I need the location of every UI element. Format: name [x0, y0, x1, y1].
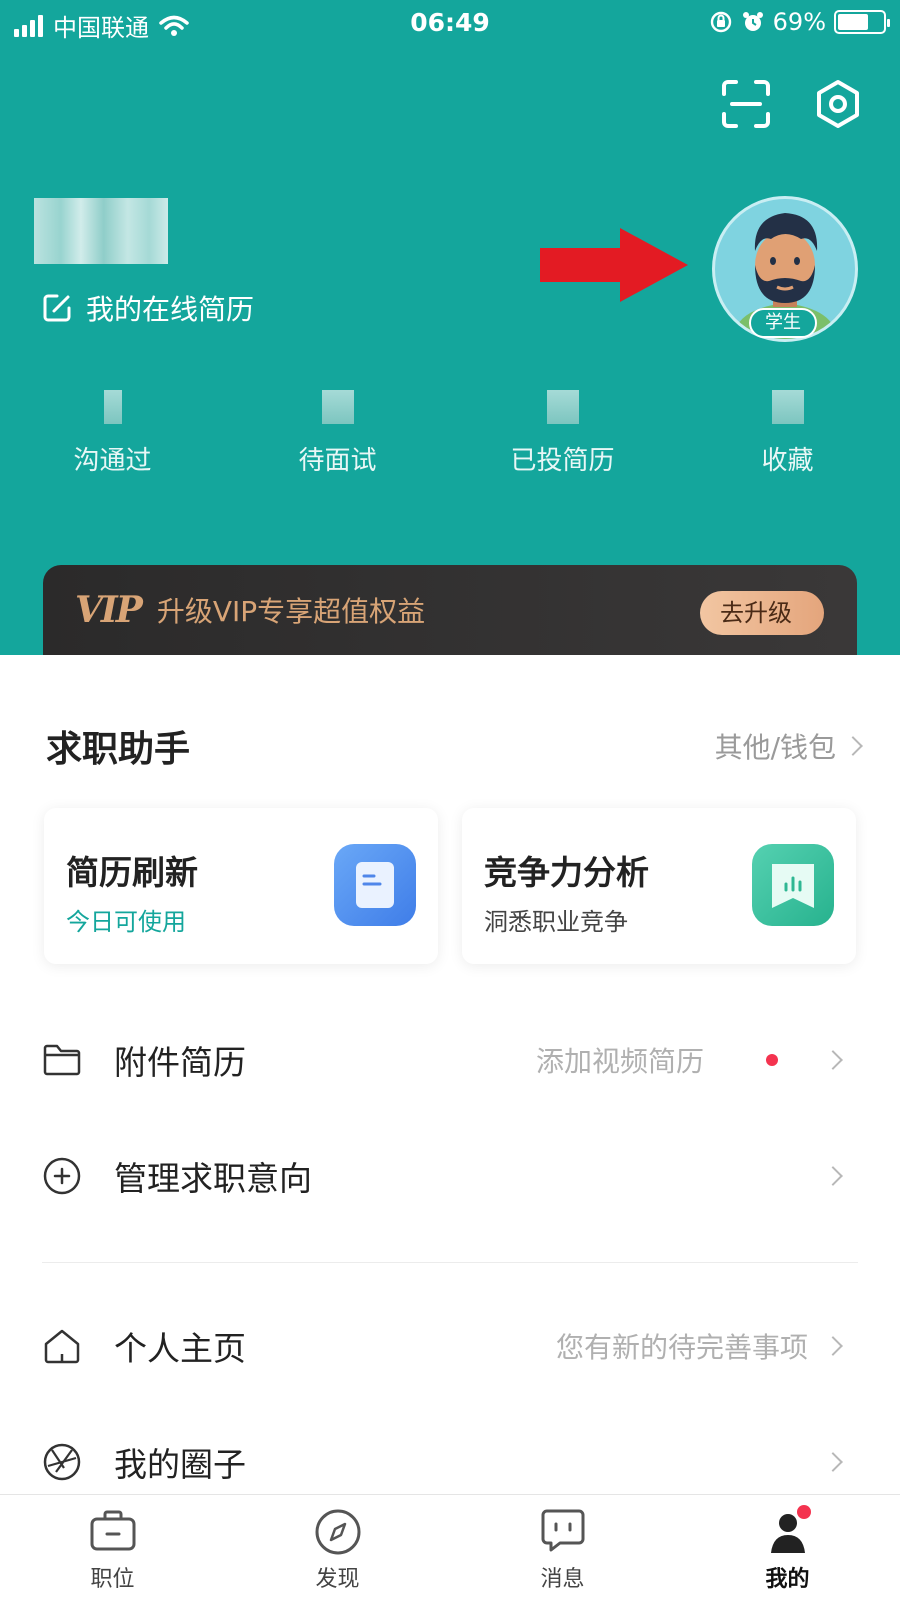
tab-label: 职位 — [90, 1567, 135, 1592]
stat-value-blurred — [103, 390, 122, 424]
add-circle-icon — [43, 1157, 81, 1195]
tab-label: 消息 — [540, 1567, 585, 1592]
stat-communicated[interactable]: 沟通过 — [0, 390, 225, 477]
message-icon — [541, 1509, 585, 1552]
vip-upgrade-label: 去升级 — [720, 599, 792, 627]
card-title: 竞争力分析 — [484, 853, 649, 892]
menu-manage-intent[interactable]: 管理求职意向 — [0, 1146, 900, 1206]
stat-value-blurred — [771, 390, 804, 424]
card-subtitle: 今日可使用 — [66, 908, 186, 936]
card-title: 简历刷新 — [66, 853, 198, 892]
section-title: 求职助手 — [46, 729, 191, 770]
stat-label: 已投简历 — [510, 446, 615, 476]
home-icon — [44, 1329, 80, 1364]
compass-icon — [315, 1509, 361, 1555]
stat-label: 收藏 — [761, 446, 814, 476]
document-icon — [334, 844, 416, 926]
vip-logo: VIP — [75, 589, 143, 631]
vip-banner[interactable]: VIP 升级VIP专享超值权益 去升级 — [43, 565, 857, 655]
tab-label: 我的 — [765, 1567, 810, 1592]
scan-icon[interactable] — [720, 78, 772, 130]
stat-interviews[interactable]: 待面试 — [225, 390, 450, 477]
notification-dot — [797, 1505, 811, 1519]
chevron-right-icon — [823, 1336, 843, 1356]
alarm-icon — [742, 12, 763, 31]
stat-value-blurred — [546, 390, 579, 424]
username-blurred — [34, 198, 168, 264]
tab-label: 发现 — [315, 1567, 360, 1592]
online-resume-link[interactable]: 我的在线简历 — [42, 288, 254, 328]
wallet-link-label: 其他/钱包 — [714, 731, 836, 764]
tab-jobs[interactable]: 职位 — [0, 1495, 225, 1600]
status-bar: 中国联通 06:49 69% — [0, 0, 900, 46]
folder-icon — [43, 1044, 81, 1076]
tab-messages[interactable]: 消息 — [450, 1495, 675, 1600]
menu-attachment-resume[interactable]: 附件简历 添加视频简历 — [0, 1030, 900, 1090]
avatar[interactable]: 学生 — [712, 196, 858, 342]
menu-label: 附件简历 — [114, 1043, 246, 1082]
edit-icon — [43, 294, 71, 322]
divider — [42, 1262, 858, 1263]
bottom-tab-bar: 职位 发现 消息 我的 — [0, 1494, 900, 1600]
stat-label: 待面试 — [298, 446, 377, 476]
vip-text: 升级VIP专享超值权益 — [156, 595, 426, 628]
menu-personal-homepage[interactable]: 个人主页 您有新的待完善事项 — [0, 1316, 900, 1376]
chevron-right-icon — [823, 1452, 843, 1472]
online-resume-label: 我的在线简历 — [86, 293, 255, 326]
settings-icon[interactable] — [812, 78, 864, 130]
wallet-link[interactable]: 其他/钱包 — [714, 726, 863, 766]
menu-my-circle[interactable]: 我的圈子 — [0, 1432, 900, 1492]
menu-hint: 添加视频简历 — [535, 1045, 704, 1078]
stat-label: 沟通过 — [73, 446, 152, 476]
stat-value-blurred — [321, 390, 354, 424]
battery-icon — [834, 10, 890, 34]
menu-hint: 您有新的待完善事项 — [555, 1331, 808, 1364]
chevron-right-icon — [843, 736, 863, 756]
vip-upgrade-button[interactable]: 去升级 — [700, 591, 824, 635]
stat-favorites[interactable]: 收藏 — [675, 390, 900, 477]
red-arrow-annotation — [540, 228, 688, 302]
analysis-icon — [752, 844, 834, 926]
tab-mine[interactable]: 我的 — [675, 1495, 900, 1600]
card-subtitle: 洞悉职业竞争 — [484, 908, 628, 936]
briefcase-icon — [90, 1510, 136, 1551]
battery-percent: 69% — [772, 8, 826, 36]
menu-label: 我的圈子 — [114, 1445, 246, 1484]
resume-refresh-card[interactable]: 简历刷新 今日可使用 — [44, 808, 438, 964]
student-badge: 学生 — [749, 308, 817, 338]
stat-applied[interactable]: 已投简历 — [450, 390, 675, 477]
chevron-right-icon — [823, 1166, 843, 1186]
profile-header: 中国联通 06:49 69% 我的在线简历 学生 沟通过 待面试 已投简历 收藏… — [0, 0, 900, 655]
menu-label: 管理求职意向 — [114, 1159, 312, 1198]
rotation-lock-icon — [710, 11, 731, 33]
tab-discover[interactable]: 发现 — [225, 1495, 450, 1600]
stats-row: 沟通过 待面试 已投简历 收藏 — [0, 390, 900, 477]
chevron-right-icon — [823, 1050, 843, 1070]
menu-label: 个人主页 — [114, 1329, 246, 1368]
competitiveness-card[interactable]: 竞争力分析 洞悉职业竞争 — [462, 808, 856, 964]
notification-dot — [766, 1054, 778, 1066]
circle-aperture-icon — [43, 1443, 81, 1481]
status-right: 69% — [709, 8, 890, 36]
